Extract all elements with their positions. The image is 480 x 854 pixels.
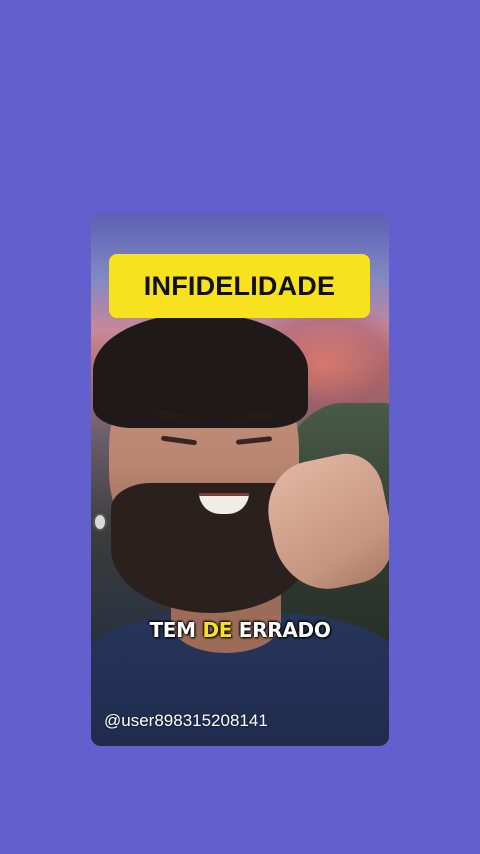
title-banner-text: INFIDELIDADE — [143, 270, 336, 301]
person-hair — [93, 313, 308, 428]
caption-word-highlight: DE — [202, 618, 233, 642]
earbud-icon — [93, 513, 107, 531]
video-card[interactable]: INFIDELIDADE TEM DE ERRADO @user89831520… — [91, 213, 389, 746]
username-watermark: @user898315208141 — [104, 711, 268, 730]
caption-word-1: TEM — [149, 618, 196, 642]
page: INFIDELIDADE TEM DE ERRADO @user89831520… — [0, 0, 480, 854]
title-banner: INFIDELIDADE — [109, 254, 370, 318]
caption: TEM DE ERRADO — [91, 618, 389, 642]
caption-word-3: ERRADO — [238, 618, 331, 642]
